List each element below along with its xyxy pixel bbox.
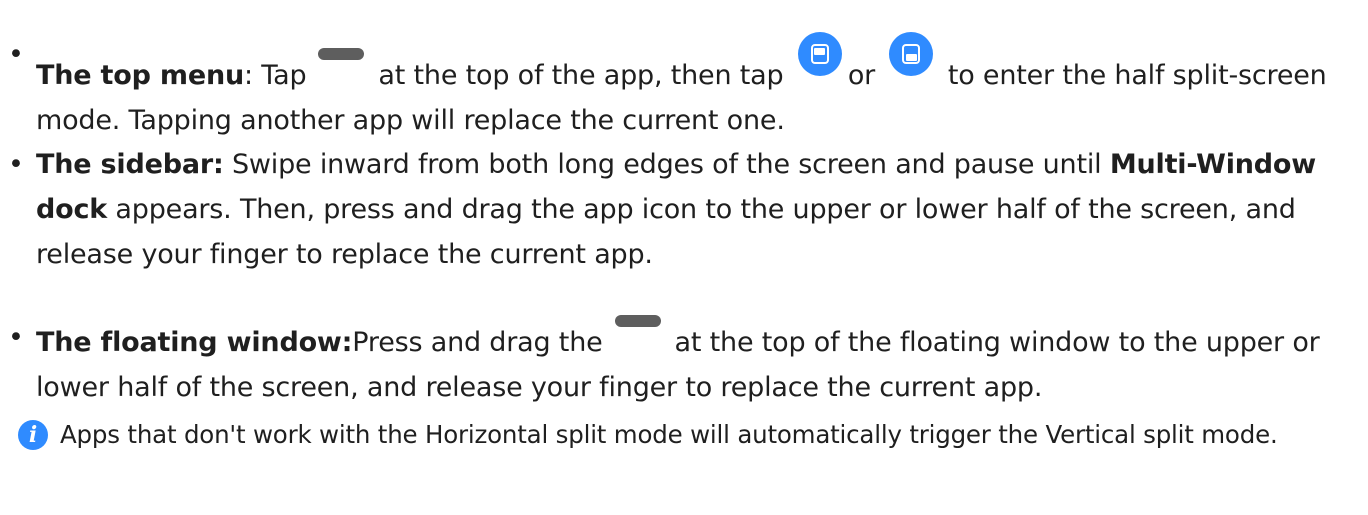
bullet-sidebar: • The sidebar: Swipe inward from both lo… [8, 142, 1358, 277]
split-top-icon [797, 32, 842, 76]
bullet-heading: The top menu [36, 60, 245, 91]
bullet-heading: The sidebar: [36, 149, 224, 180]
bullet-text-segment: : Tap [244, 60, 307, 91]
split-bottom-icon [889, 32, 934, 76]
bullet-text: The top menu: Tap at the top of the app, … [8, 32, 1358, 143]
bullet-marker: • [8, 149, 24, 180]
bullet-text: The floating window:Press and drag the at… [8, 315, 1358, 410]
note-text-body: Apps that don't work with the Horizontal… [60, 420, 1278, 449]
note-text: Apps that don't work with the Horizontal… [18, 413, 1363, 456]
bullet-heading: The floating window: [36, 327, 353, 358]
info-note: i Apps that don't work with the Horizont… [18, 413, 1363, 456]
bullet-text-segment: or [847, 60, 876, 91]
handle-bar-icon [614, 315, 661, 327]
bullet-marker: • [8, 322, 24, 353]
handle-bar-icon [318, 48, 365, 60]
bullet-top-menu: • The top menu: Tap at the top of the app… [8, 32, 1358, 143]
bullet-text-segment: Press and drag the [352, 327, 603, 358]
bullet-text: The sidebar: Swipe inward from both long… [8, 142, 1358, 277]
bullet-text-segment: appears. Then, press and drag the app ic… [36, 194, 1296, 270]
bullet-text-segment: Swipe inward from both long edges of the… [223, 149, 1102, 180]
bullet-text-segment: at the top of the app, then tap [378, 60, 784, 91]
bullet-floating-window: • The floating window:Press and drag the… [8, 315, 1358, 410]
bullet-marker: • [8, 39, 24, 70]
info-icon: i [18, 420, 48, 450]
